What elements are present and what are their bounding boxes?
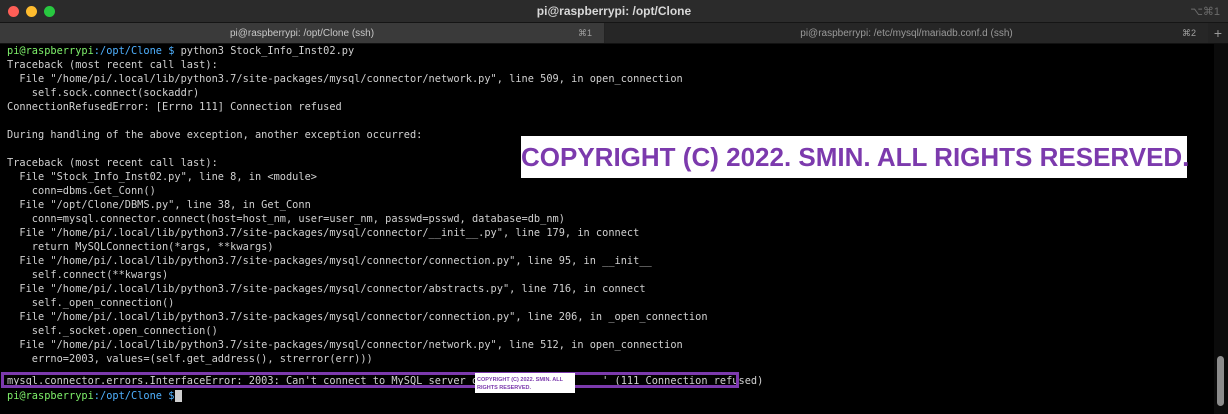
output-line: self.sock.connect(sockaddr) xyxy=(7,87,200,99)
prompt-path: :/opt/Clone $ xyxy=(93,390,181,402)
command-line: pi@raspberrypi:/opt/Clone $ python3 Stoc… xyxy=(7,44,354,58)
tab-bar: pi@raspberrypi: /opt/Clone (ssh) ⌘1 pi@r… xyxy=(0,23,1228,44)
window-title: pi@raspberrypi: /opt/Clone xyxy=(536,4,692,18)
error-highlight-box xyxy=(1,372,739,388)
output-line: Traceback (most recent call last): xyxy=(7,157,218,169)
output-line: File "/home/pi/.local/lib/python3.7/site… xyxy=(7,283,646,295)
output-line: self._open_connection() xyxy=(7,297,175,309)
tab-opt-clone[interactable]: pi@raspberrypi: /opt/Clone (ssh) ⌘1 xyxy=(0,23,604,43)
tab-label: pi@raspberrypi: /opt/Clone (ssh) xyxy=(229,28,375,39)
window-shortcut: ⌥⌘1 xyxy=(1190,6,1220,18)
output-line: File "/opt/Clone/DBMS.py", line 38, in G… xyxy=(7,199,311,211)
output-line: During handling of the above exception, … xyxy=(7,129,423,141)
terminal-output[interactable]: pi@raspberrypi:/opt/Clone $ python3 Stoc… xyxy=(0,44,1214,414)
tab-shortcut: ⌘1 xyxy=(577,28,592,38)
output-line: File "/home/pi/.local/lib/python3.7/site… xyxy=(7,73,683,85)
output-line: return MySQLConnection(*args, **kwargs) xyxy=(7,241,274,253)
output-line: File "/home/pi/.local/lib/python3.7/site… xyxy=(7,227,640,239)
tab-label: pi@raspberrypi: /etc/mysql/mariadb.conf.… xyxy=(800,28,1013,39)
output-line: conn=mysql.connector.connect(host=host_n… xyxy=(7,213,565,225)
tab-mariadb-conf[interactable]: pi@raspberrypi: /etc/mysql/mariadb.conf.… xyxy=(605,23,1208,43)
output-line: File "/home/pi/.local/lib/python3.7/site… xyxy=(7,311,708,323)
terminal-scrollbar[interactable] xyxy=(1214,44,1228,414)
command-text: python3 Stock_Info_Inst02.py xyxy=(180,45,355,57)
output-line: File "/home/pi/.local/lib/python3.7/site… xyxy=(7,339,683,351)
prompt-user: pi@raspberrypi xyxy=(7,390,94,402)
new-tab-plus-icon[interactable]: + xyxy=(1208,23,1228,43)
output-line: ConnectionRefusedError: [Errno 111] Conn… xyxy=(7,101,342,113)
copyright-watermark-small: COPYRIGHT (C) 2022. SMIN. ALL RIGHTS RES… xyxy=(475,373,575,393)
output-line: conn=dbms.Get_Conn() xyxy=(7,185,156,197)
terminal-cursor xyxy=(175,390,182,402)
output-line: self.connect(**kwargs) xyxy=(7,269,169,281)
final-prompt-line: pi@raspberrypi:/opt/Clone $ xyxy=(7,389,181,403)
output-line: File "/home/pi/.local/lib/python3.7/site… xyxy=(7,255,652,267)
scrollbar-thumb[interactable] xyxy=(1217,356,1224,406)
output-line: Traceback (most recent call last): xyxy=(7,59,218,71)
output-line: self._socket.open_connection() xyxy=(7,325,218,337)
output-line: File "Stock_Info_Inst02.py", line 8, in … xyxy=(7,171,317,183)
prompt-user: pi@raspberrypi xyxy=(7,45,94,57)
prompt-path: :/opt/Clone $ xyxy=(93,45,181,57)
copyright-watermark: COPYRIGHT (C) 2022. SMIN. ALL RIGHTS RES… xyxy=(521,136,1189,178)
output-line: errno=2003, values=(self.get_address(), … xyxy=(7,353,373,365)
window-titlebar: pi@raspberrypi: /opt/Clone ⌥⌘1 xyxy=(0,0,1228,23)
tab-shortcut: ⌘2 xyxy=(1181,28,1196,38)
